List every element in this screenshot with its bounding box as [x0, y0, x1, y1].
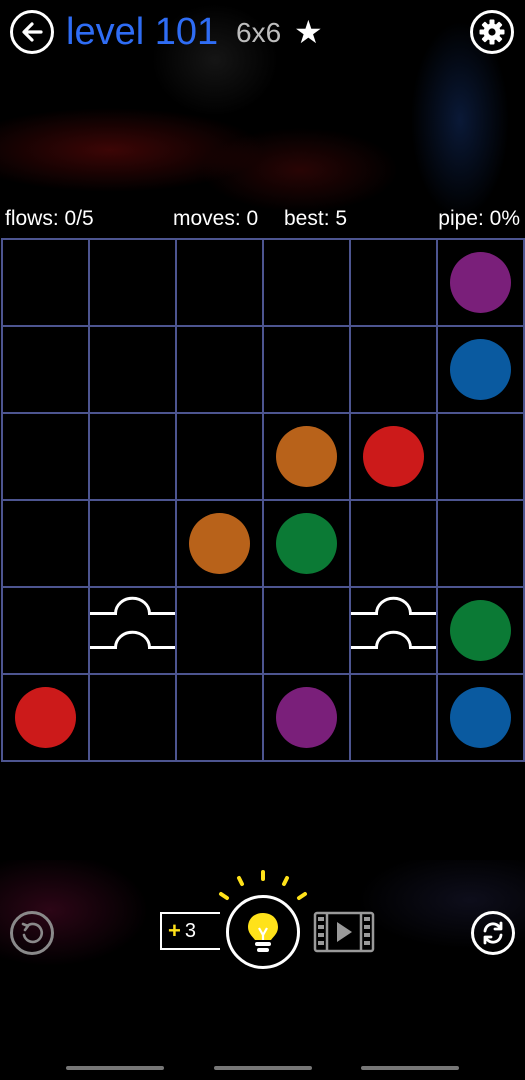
board-cell[interactable]: [89, 413, 176, 500]
bridge-icon: [351, 596, 436, 649]
board-cell[interactable]: [263, 587, 350, 674]
board-cell[interactable]: [2, 500, 89, 587]
board-cell[interactable]: [437, 587, 524, 674]
settings-button[interactable]: [470, 10, 514, 54]
board-cell[interactable]: [176, 326, 263, 413]
red-dot[interactable]: [15, 687, 76, 748]
green-dot[interactable]: [450, 600, 511, 661]
board-cell[interactable]: [2, 413, 89, 500]
board-cell[interactable]: [89, 239, 176, 326]
board-cell[interactable]: [263, 239, 350, 326]
board-cell[interactable]: [2, 326, 89, 413]
board-cell[interactable]: [89, 326, 176, 413]
back-button[interactable]: [10, 10, 54, 54]
level-title: level 101: [66, 11, 219, 53]
board-cell[interactable]: [350, 413, 437, 500]
purple-dot[interactable]: [276, 687, 337, 748]
board-cell[interactable]: [263, 326, 350, 413]
hint-count: 3: [184, 919, 196, 942]
best-score: best: 5: [284, 207, 348, 230]
board-cell[interactable]: [263, 500, 350, 587]
lightbulb-icon: [248, 913, 278, 952]
board-cell[interactable]: [437, 239, 524, 326]
board-cell[interactable]: [176, 587, 263, 674]
board-cell[interactable]: [176, 413, 263, 500]
board-size-label: 6x6: [236, 17, 282, 48]
board-cell[interactable]: [350, 326, 437, 413]
hint-count-badge: + 3: [160, 912, 220, 950]
board-cell[interactable]: [437, 413, 524, 500]
bridge-icon: [90, 596, 175, 649]
pipe-percentage: pipe: 0%: [438, 207, 520, 230]
board-cell[interactable]: [176, 674, 263, 761]
gear-icon: [479, 19, 505, 45]
board-cell[interactable]: [437, 674, 524, 761]
flows-counter: flows: 0/5: [5, 207, 94, 230]
red-dot[interactable]: [363, 426, 424, 487]
reset-button[interactable]: [471, 911, 515, 955]
star-icon: ★: [294, 14, 323, 50]
nav-bar-handle-left: [66, 1066, 164, 1070]
undo-icon: [21, 922, 44, 944]
board-cell[interactable]: [2, 674, 89, 761]
board-cell[interactable]: [176, 239, 263, 326]
nav-bar-handle-center: [214, 1066, 312, 1070]
game-board[interactable]: [1, 238, 525, 762]
board-cell[interactable]: [437, 326, 524, 413]
hint-button[interactable]: [226, 895, 300, 969]
orange-dot[interactable]: [189, 513, 250, 574]
board-cell[interactable]: [89, 587, 176, 674]
board-cell[interactable]: [263, 413, 350, 500]
purple-dot[interactable]: [450, 252, 511, 313]
plus-icon: +: [168, 918, 181, 943]
board-cell[interactable]: [350, 587, 437, 674]
blue-dot[interactable]: [450, 339, 511, 400]
video-film-icon[interactable]: [313, 911, 375, 953]
moves-counter: moves: 0: [173, 207, 259, 230]
arrow-left-icon: [22, 22, 43, 42]
board-cell[interactable]: [437, 500, 524, 587]
board-cell[interactable]: [2, 239, 89, 326]
board-cell[interactable]: [89, 500, 176, 587]
orange-dot[interactable]: [276, 426, 337, 487]
board-cell[interactable]: [89, 674, 176, 761]
board-cell[interactable]: [176, 500, 263, 587]
undo-button[interactable]: [10, 911, 54, 955]
board-cell[interactable]: [2, 587, 89, 674]
board-cell[interactable]: [263, 674, 350, 761]
blue-dot[interactable]: [450, 687, 511, 748]
nav-bar-handle-right: [361, 1066, 459, 1070]
refresh-icon: [483, 921, 503, 945]
board-cell[interactable]: [350, 500, 437, 587]
board-cell[interactable]: [350, 674, 437, 761]
green-dot[interactable]: [276, 513, 337, 574]
board-cell[interactable]: [350, 239, 437, 326]
